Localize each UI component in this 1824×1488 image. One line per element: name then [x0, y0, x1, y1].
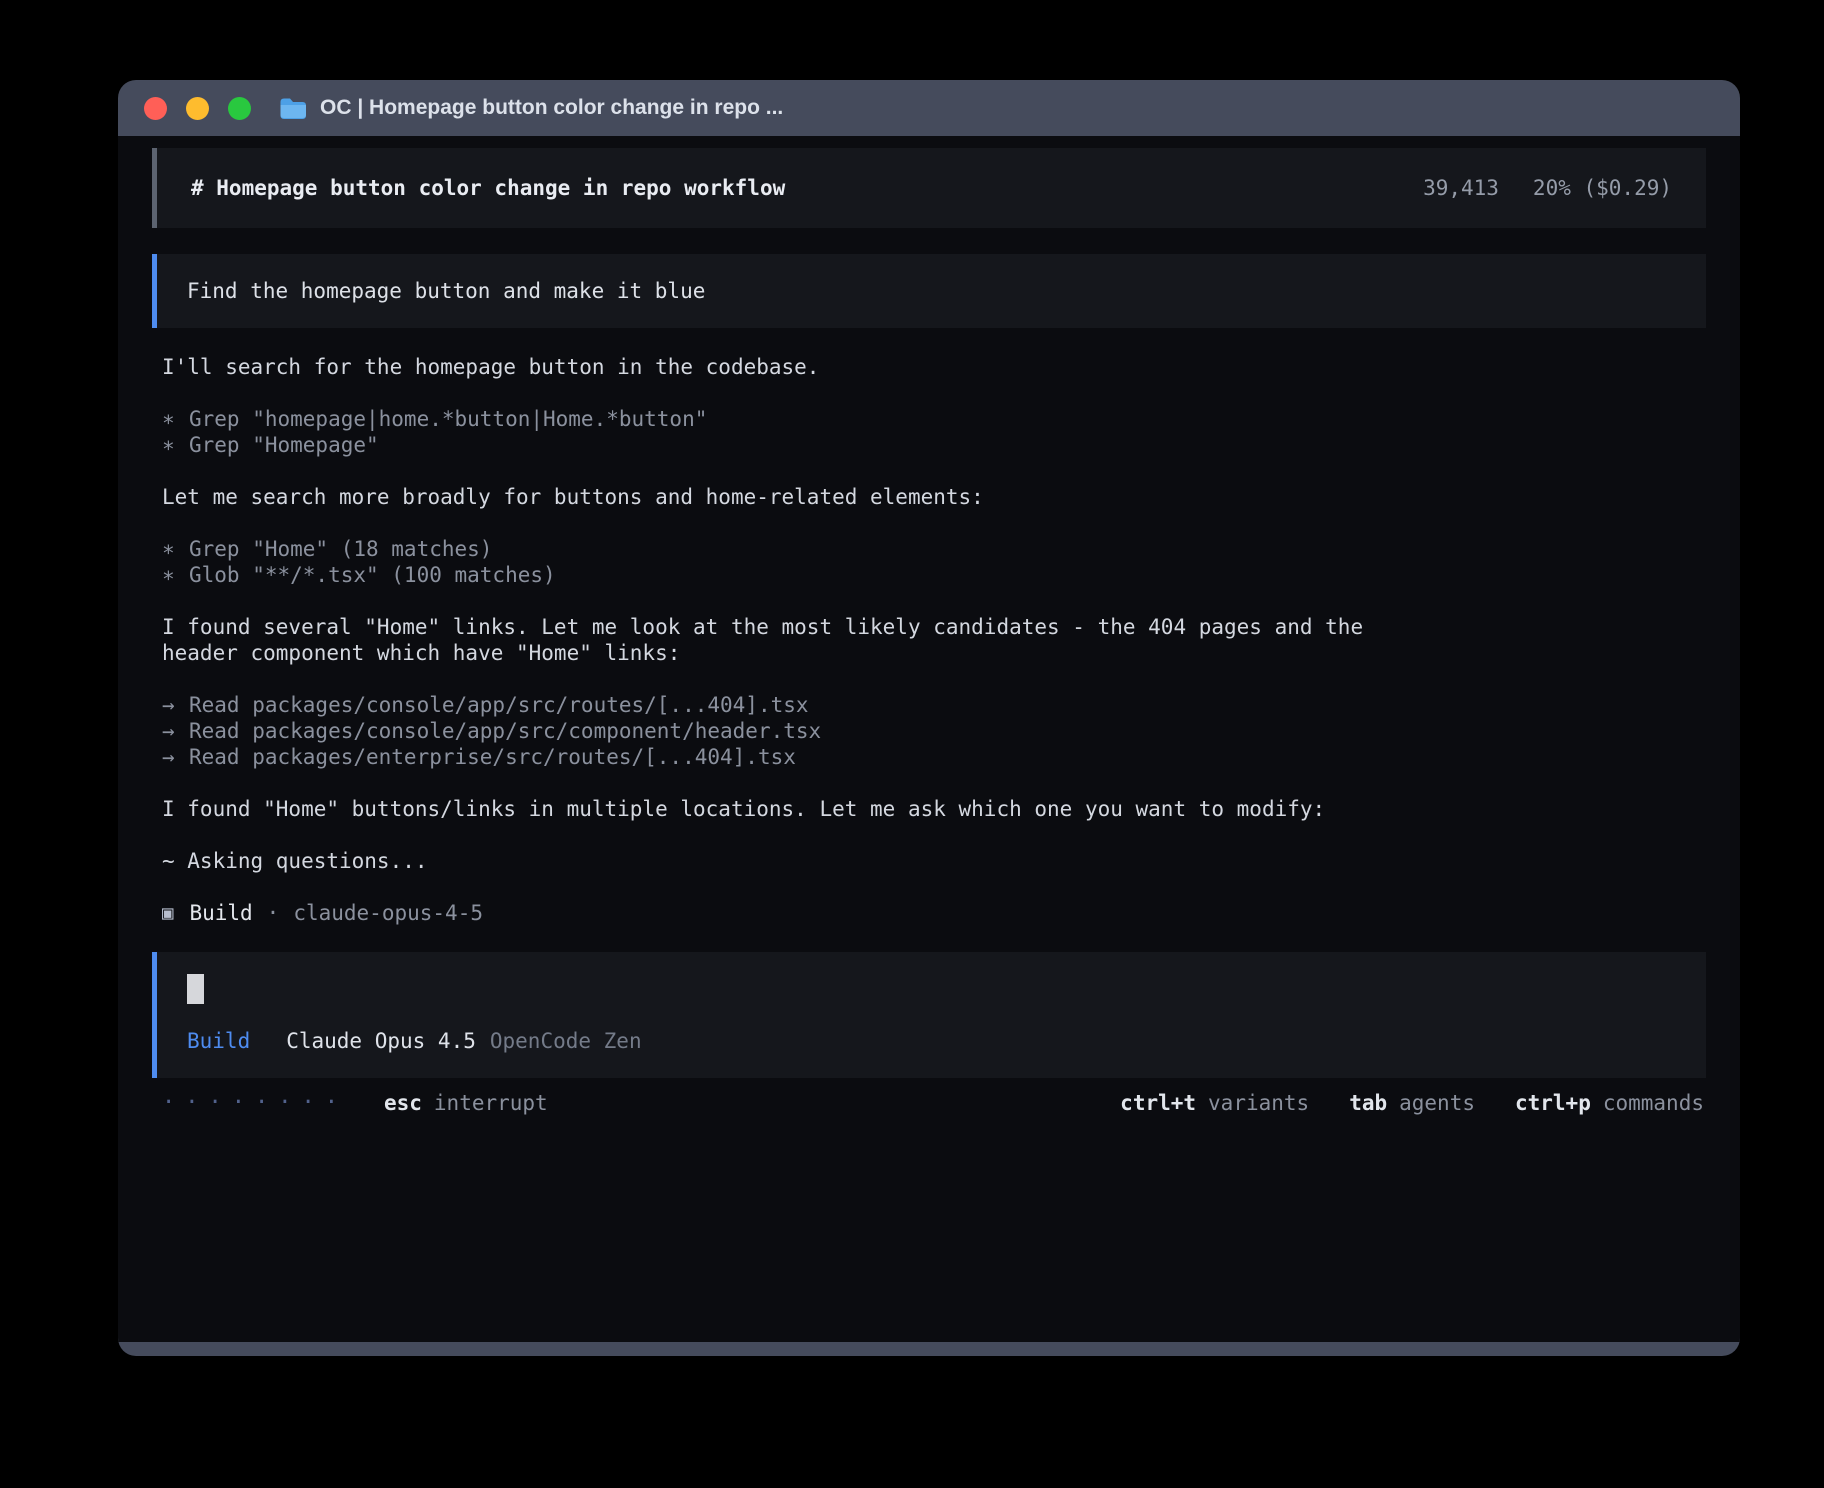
terminal-content: # Homepage button color change in repo w…	[118, 136, 1740, 1342]
build-agent-icon: ▣	[162, 900, 173, 926]
tool-call-glob[interactable]: ∗ Glob "**/*.tsx" (100 matches)	[162, 562, 1706, 588]
text-cursor	[187, 974, 204, 1004]
agent-name: Build	[189, 900, 252, 926]
tool-call-label: Grep "Homepage"	[189, 432, 379, 458]
progress-dots: ········	[162, 1090, 348, 1116]
separator-dot: ·	[267, 900, 280, 926]
tool-call-group: ∗ Grep "Home" (18 matches) ∗ Glob "**/*.…	[162, 536, 1706, 588]
conversation-body: I'll search for the homepage button in t…	[152, 354, 1706, 926]
commands-label: commands	[1603, 1090, 1704, 1116]
esc-key: esc	[384, 1090, 422, 1116]
arrow-right-icon: →	[162, 692, 189, 718]
input-meta: Build Claude Opus 4.5 OpenCode Zen	[187, 1028, 1676, 1054]
model-label[interactable]: Claude Opus 4.5	[286, 1028, 476, 1054]
tool-call-label: Read packages/console/app/src/component/…	[189, 718, 821, 744]
interrupt-label: interrupt	[434, 1090, 548, 1116]
tool-call-label: Glob "**/*.tsx" (100 matches)	[189, 562, 556, 588]
tool-run-icon: ∗	[162, 562, 189, 588]
tool-call-grep[interactable]: ∗ Grep "homepage|home.*button|Home.*butt…	[162, 406, 1706, 432]
tool-run-icon: ∗	[162, 406, 189, 432]
tool-call-grep[interactable]: ∗ Grep "Homepage"	[162, 432, 1706, 458]
folder-icon	[279, 97, 306, 119]
session-stats: 39,413 20% ($0.29)	[1423, 175, 1672, 201]
interrupt-shortcut[interactable]: esc interrupt	[384, 1090, 548, 1116]
tool-call-group: ∗ Grep "homepage|home.*button|Home.*butt…	[162, 406, 1706, 458]
agent-attribution: ▣ Build · claude-opus-4-5	[162, 900, 1706, 926]
ctrl-p-key: ctrl+p	[1515, 1090, 1591, 1116]
variants-shortcut[interactable]: ctrl+t variants	[1120, 1090, 1309, 1116]
agents-label: agents	[1399, 1090, 1475, 1116]
tool-call-label: Read packages/console/app/src/routes/[..…	[189, 692, 809, 718]
agent-mode-label[interactable]: Build	[187, 1028, 250, 1054]
tool-call-read[interactable]: → Read packages/console/app/src/componen…	[162, 718, 1706, 744]
tool-call-label: Read packages/enterprise/src/routes/[...…	[189, 744, 796, 770]
traffic-lights	[144, 97, 251, 120]
window-title: OC | Homepage button color change in rep…	[320, 96, 783, 120]
commands-shortcut[interactable]: ctrl+p commands	[1515, 1090, 1704, 1116]
agent-model: claude-opus-4-5	[293, 900, 483, 926]
close-button[interactable]	[144, 97, 167, 120]
terminal-window: OC | Homepage button color change in rep…	[118, 80, 1740, 1356]
tab-key: tab	[1349, 1090, 1387, 1116]
tool-call-read[interactable]: → Read packages/enterprise/src/routes/[.…	[162, 744, 1706, 770]
tool-call-group: → Read packages/console/app/src/routes/[…	[162, 692, 1706, 770]
arrow-right-icon: →	[162, 744, 189, 770]
tool-call-label: Grep "homepage|home.*button|Home.*button…	[189, 406, 707, 432]
tool-call-grep[interactable]: ∗ Grep "Home" (18 matches)	[162, 536, 1706, 562]
tool-run-icon: ∗	[162, 536, 189, 562]
provider-label: OpenCode Zen	[490, 1028, 642, 1054]
context-usage: 20% ($0.29)	[1533, 175, 1672, 201]
titlebar[interactable]: OC | Homepage button color change in rep…	[118, 80, 1740, 136]
agents-shortcut[interactable]: tab agents	[1349, 1090, 1475, 1116]
status-bar: ········ esc interrupt ctrl+t variants t…	[152, 1090, 1706, 1116]
minimize-button[interactable]	[186, 97, 209, 120]
arrow-right-icon: →	[162, 718, 189, 744]
assistant-text: Let me search more broadly for buttons a…	[162, 484, 1402, 510]
zoom-button[interactable]	[228, 97, 251, 120]
prompt-input[interactable]: Build Claude Opus 4.5 OpenCode Zen	[152, 952, 1706, 1078]
tool-run-icon: ∗	[162, 432, 189, 458]
user-message: Find the homepage button and make it blu…	[152, 254, 1706, 328]
assistant-text: I found several "Home" links. Let me loo…	[162, 614, 1402, 666]
session-header: # Homepage button color change in repo w…	[152, 148, 1706, 228]
user-message-text: Find the homepage button and make it blu…	[187, 279, 705, 303]
session-title: # Homepage button color change in repo w…	[191, 175, 785, 201]
ctrl-t-key: ctrl+t	[1120, 1090, 1196, 1116]
tool-call-read[interactable]: → Read packages/console/app/src/routes/[…	[162, 692, 1706, 718]
variants-label: variants	[1208, 1090, 1309, 1116]
status-text: ~ Asking questions...	[162, 848, 1402, 874]
tool-call-label: Grep "Home" (18 matches)	[189, 536, 492, 562]
token-count: 39,413	[1423, 175, 1499, 201]
assistant-text: I'll search for the homepage button in t…	[162, 354, 1402, 380]
assistant-text: I found "Home" buttons/links in multiple…	[162, 796, 1402, 822]
